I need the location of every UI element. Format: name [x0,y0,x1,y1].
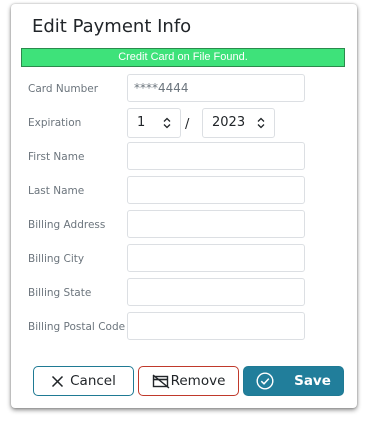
remove-button[interactable]: Remove [138,366,239,396]
dialog-title: Edit Payment Info [32,16,192,37]
expiration-label: Expiration [28,117,82,129]
billing-city-input[interactable] [127,244,305,272]
billing-postal-code-label: Billing Postal Code [28,321,126,333]
billing-address-input[interactable] [127,210,305,238]
remove-button-label: Remove [170,373,226,389]
edit-payment-dialog: Edit Payment Info Credit Card on File Fo… [11,4,357,408]
card-remove-icon [152,373,170,389]
card-number-input[interactable] [127,74,305,102]
expiration-year-select[interactable]: 2023 [202,108,275,138]
billing-city-label: Billing City [28,253,85,265]
expiration-month-value: 1 [137,115,146,130]
billing-state-label: Billing State [28,287,92,299]
expiration-year-value: 2023 [212,115,246,130]
x-icon [51,375,64,388]
first-name-label: First Name [28,151,85,163]
save-button[interactable]: Save [243,366,344,396]
save-button-label: Save [294,373,331,389]
card-found-banner: Credit Card on File Found. [21,48,345,67]
last-name-label: Last Name [28,185,85,197]
updown-chevron-icon [163,117,171,129]
updown-chevron-icon [257,117,265,129]
check-circle-icon [256,372,274,390]
billing-address-label: Billing Address [28,219,106,231]
card-number-label: Card Number [28,83,99,95]
billing-state-input[interactable] [127,278,305,306]
cancel-button-label: Cancel [70,373,116,389]
last-name-input[interactable] [127,176,305,204]
billing-postal-code-input[interactable] [127,312,305,340]
expiration-separator: / [185,117,190,132]
expiration-month-select[interactable]: 1 [127,108,181,138]
first-name-input[interactable] [127,142,305,170]
cancel-button[interactable]: Cancel [33,366,134,396]
